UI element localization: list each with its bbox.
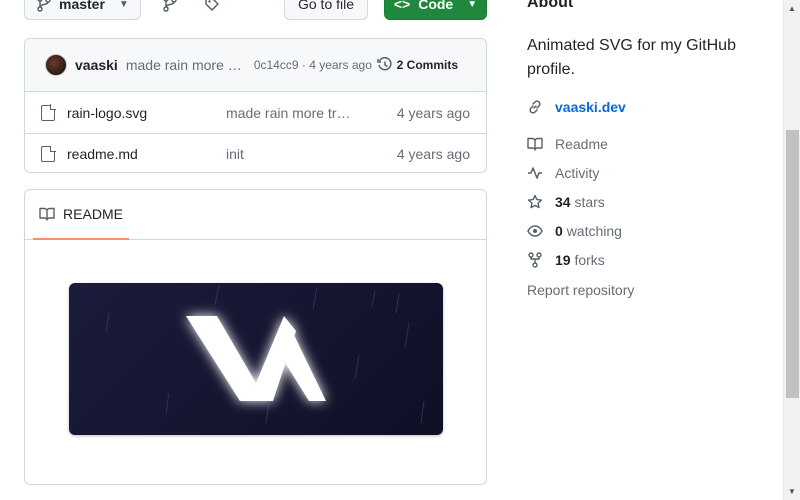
readme-header: README bbox=[25, 190, 486, 240]
file-row[interactable]: readme.md init 4 years ago bbox=[25, 133, 486, 172]
avatar[interactable] bbox=[45, 54, 67, 76]
file-list: vaaski made rain more transparent 0c14cc… bbox=[24, 38, 487, 173]
activity-link-label: Activity bbox=[555, 165, 600, 181]
commits-link[interactable]: 2 Commits bbox=[376, 57, 458, 73]
repo-description: Animated SVG for my GitHub profile. bbox=[527, 37, 736, 78]
file-icon bbox=[41, 145, 56, 162]
branch-select-button[interactable]: master ▼ bbox=[24, 0, 141, 20]
file-commit-message[interactable]: init bbox=[226, 146, 351, 162]
readme-link-label: Readme bbox=[555, 136, 608, 152]
stars-count: 34 bbox=[555, 194, 571, 210]
latest-commit-row: vaaski made rain more transparent 0c14cc… bbox=[25, 39, 486, 92]
branches-icon[interactable] bbox=[163, 0, 177, 12]
pulse-icon bbox=[528, 167, 542, 179]
activity-link[interactable]: Activity bbox=[527, 165, 599, 181]
code-button[interactable]: <> Code ▼ bbox=[384, 0, 487, 20]
scroll-down-arrow-icon[interactable]: ▼ bbox=[788, 487, 796, 496]
star-icon bbox=[527, 194, 543, 209]
readme-tab-label: README bbox=[63, 206, 123, 222]
watching-link[interactable]: 0 watching bbox=[527, 223, 622, 239]
chevron-down-icon: ▼ bbox=[467, 0, 478, 10]
branch-name: master bbox=[59, 0, 105, 12]
book-icon bbox=[527, 137, 543, 151]
scroll-up-arrow-icon[interactable]: ▲ bbox=[788, 4, 796, 13]
git-branch-icon bbox=[37, 0, 51, 12]
tab-readme[interactable]: README bbox=[33, 190, 129, 240]
commit-message[interactable]: made rain more transparent bbox=[126, 57, 244, 73]
book-icon bbox=[39, 207, 55, 221]
page-scrollbar[interactable]: ▲ ▼ bbox=[783, 0, 800, 500]
link-icon bbox=[529, 100, 541, 114]
code-icon: <> bbox=[393, 0, 411, 12]
commit-hash-time[interactable]: 0c14cc9 · 4 years ago bbox=[254, 58, 372, 72]
watching-label: watching bbox=[566, 223, 622, 239]
eye-icon bbox=[527, 225, 543, 237]
file-row[interactable]: rain-logo.svg made rain more transparent… bbox=[25, 92, 486, 133]
stars-link[interactable]: 34 stars bbox=[527, 194, 605, 210]
website-link[interactable]: vaaski.dev bbox=[527, 99, 626, 115]
code-button-label: Code bbox=[418, 0, 454, 12]
logo-mark bbox=[186, 316, 326, 401]
about-heading: About bbox=[527, 0, 574, 11]
commit-author[interactable]: vaaski bbox=[75, 57, 118, 73]
file-icon bbox=[41, 104, 56, 121]
file-name[interactable]: readme.md bbox=[67, 146, 138, 162]
go-to-file-button[interactable]: Go to file bbox=[284, 0, 368, 20]
forks-count: 19 bbox=[555, 252, 571, 268]
readme-banner-image bbox=[69, 283, 443, 435]
tag-icon[interactable] bbox=[204, 0, 220, 12]
stars-label: stars bbox=[574, 194, 605, 210]
scrollbar-thumb[interactable] bbox=[786, 130, 799, 398]
forks-label: forks bbox=[574, 252, 605, 268]
report-repository-link[interactable]: Report repository bbox=[527, 282, 634, 298]
file-date: 4 years ago bbox=[396, 146, 470, 162]
file-name[interactable]: rain-logo.svg bbox=[67, 105, 147, 121]
history-icon bbox=[376, 57, 392, 71]
readme-panel: README bbox=[24, 189, 487, 485]
website-link-label[interactable]: vaaski.dev bbox=[555, 99, 626, 115]
chevron-down-icon: ▼ bbox=[118, 0, 129, 10]
readme-link[interactable]: Readme bbox=[527, 136, 608, 152]
file-date: 4 years ago bbox=[396, 104, 470, 121]
file-commit-message[interactable]: made rain more transparent bbox=[226, 105, 351, 121]
forks-link[interactable]: 19 forks bbox=[527, 252, 605, 268]
repo-forked-icon bbox=[528, 252, 542, 268]
commits-count-label: 2 Commits bbox=[396, 58, 458, 72]
watching-count: 0 bbox=[555, 223, 563, 239]
